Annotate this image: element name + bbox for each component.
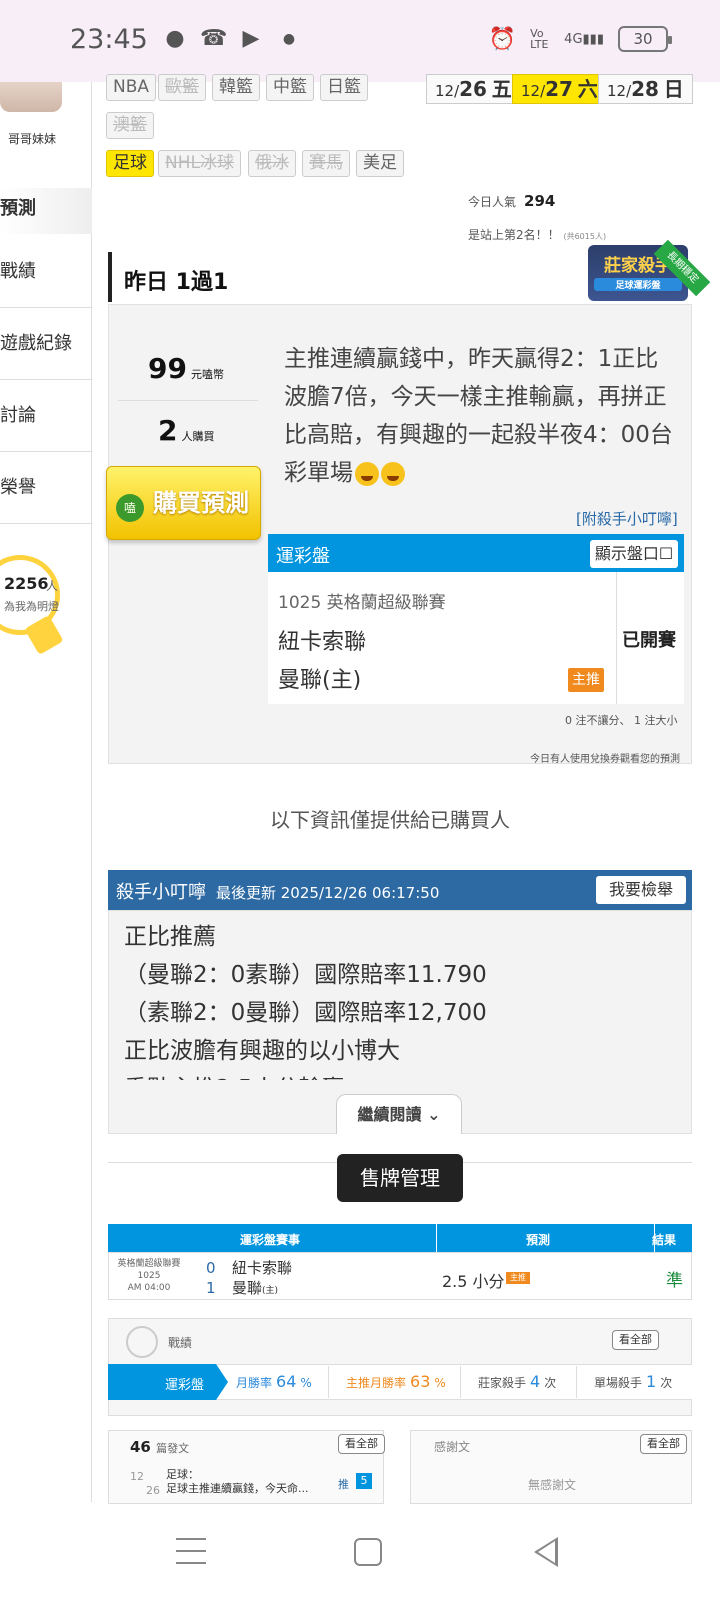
sidebar-item-honor[interactable]: 榮譽: [0, 452, 92, 524]
sidebar-item-discussion[interactable]: 討論: [0, 380, 92, 452]
push-count: 5: [356, 1473, 372, 1489]
info-notice: 以下資訊僅提供給已購買人: [270, 808, 510, 832]
main-pick-badge: 主推: [568, 668, 604, 692]
target-icon: [126, 1326, 158, 1358]
bulb-unit: 人: [46, 579, 59, 593]
bulb-text: 為我為明燈: [4, 600, 59, 613]
signal-icon: 4G▮▮▮: [564, 31, 604, 47]
buyer-count: 2 人購買: [158, 414, 215, 447]
user-name[interactable]: 哥哥妹妹: [8, 130, 56, 147]
posts-view-all-button[interactable]: 看全部: [338, 1434, 385, 1454]
row-teams: 紐卡索聯 曼聯(主): [232, 1259, 293, 1297]
chat-bubble-icon: ●: [165, 26, 185, 51]
prediction-description: 主推連續贏錢中，昨天贏得2：1正比波膽7倍，今天一樣主推輸贏，再拼正比高賠，有興…: [284, 346, 673, 486]
thanks-view-all-button[interactable]: 看全部: [640, 1434, 687, 1454]
show-odds-button[interactable]: 顯示盤口☐: [590, 540, 678, 568]
tag-japan-basketball[interactable]: 日籃: [320, 74, 368, 101]
report-button[interactable]: 我要檢舉: [596, 876, 686, 904]
sidebar-item-record[interactable]: 戰績: [0, 236, 92, 308]
tag-australia-basketball[interactable]: 澳籃: [106, 112, 154, 139]
tag-horse-racing[interactable]: 賽馬: [302, 150, 350, 177]
alarm-icon: ⏰: [488, 26, 517, 52]
coin-icon: 嗑: [116, 494, 144, 522]
divider: [460, 1366, 461, 1398]
thanks-title: 感謝文: [434, 1440, 471, 1454]
banker-killer-count: 莊家殺手 4 次: [478, 1372, 557, 1391]
dot-icon: ●: [282, 31, 296, 47]
table-header: 運彩盤賽事 預測 結果: [108, 1224, 692, 1252]
tab-arrow: [216, 1364, 228, 1400]
star-eyes-emoji-icon: [381, 461, 405, 486]
tag-soccer[interactable]: 足球: [106, 150, 154, 177]
home-icon[interactable]: [354, 1538, 382, 1566]
row-scores: 01: [206, 1259, 216, 1297]
team-away: 紐卡索聯: [278, 630, 367, 655]
tag-nhl[interactable]: NHL冰球: [158, 150, 241, 177]
tag-korea-basketball[interactable]: 韓籃: [212, 74, 260, 101]
divider: [616, 572, 617, 704]
divider: [328, 1366, 329, 1398]
date-tab-28[interactable]: 12/28 日: [598, 74, 693, 104]
youtube-icon: ▶: [242, 26, 260, 51]
record-title: 戰績: [168, 1336, 193, 1350]
star-eyes-emoji-icon: [355, 461, 379, 486]
thanks-empty: 無感謝文: [528, 1478, 577, 1492]
post-date: 12 26: [130, 1470, 160, 1497]
missed-call-icon: ☎: [200, 26, 228, 51]
avatar[interactable]: [0, 82, 62, 112]
post-item[interactable]: 足球： 足球主推連續贏錢，今天命...: [166, 1468, 309, 1496]
system-icons: ⏰ Vo LTE 4G▮▮▮ 30: [488, 26, 672, 52]
tag-europe-basketball[interactable]: 歐籃: [158, 74, 206, 101]
tag-russia-hockey[interactable]: 俄冰: [248, 150, 296, 177]
date-tab-27[interactable]: 12/27 六: [512, 74, 607, 104]
row-result: 準: [666, 1271, 683, 1291]
row-main-pick-badge: 主推: [506, 1272, 530, 1284]
table-row: [108, 1252, 692, 1300]
today-use-note: 今日有人使用兌換券觀看您的預測: [530, 754, 680, 765]
chevron-down-icon: ⌄: [427, 1105, 441, 1124]
divider: [118, 400, 258, 401]
back-icon[interactable]: [534, 1537, 558, 1567]
tag-nba[interactable]: NBA: [106, 74, 157, 101]
match-league: 1025 英格蘭超級聯賽: [278, 593, 446, 613]
divider: [576, 1366, 577, 1398]
tag-american-football[interactable]: 美足: [356, 150, 404, 177]
price: 99 元嗑幣: [148, 352, 224, 385]
single-killer-count: 單場殺手 1 次: [594, 1372, 673, 1391]
rank: 是站上第2名！！ (共6015人): [468, 228, 607, 242]
attach-tips-link[interactable]: [附殺手小叮嚀]: [576, 508, 678, 529]
tag-china-basketball[interactable]: 中籃: [266, 74, 314, 101]
record-view-all-button[interactable]: 看全部: [612, 1330, 659, 1350]
push-label: 推: [338, 1478, 349, 1491]
month-win-rate: 月勝率 64%: [236, 1372, 312, 1391]
menu-icon[interactable]: [176, 1538, 206, 1564]
popularity: 今日人氣 294: [468, 192, 556, 210]
checkbox-icon: ☐: [658, 544, 674, 563]
team-home: 曼聯(主): [278, 668, 362, 693]
row-league: 英格蘭超級聯賽 1025 AM 04:00: [117, 1259, 181, 1293]
main-month-win-rate: 主推月勝率 63%: [346, 1372, 446, 1391]
battery-icon: 30: [618, 26, 672, 52]
date-tab-26[interactable]: 12/26 五: [426, 74, 521, 104]
volte-icon: Vo LTE: [530, 27, 549, 51]
sidebar-item-game-log[interactable]: 遊戲紀錄: [0, 308, 92, 380]
bet-counts: 0 注不讓分、 1 注大小: [565, 714, 678, 727]
read-more-button[interactable]: 繼續閱讀 ⌄: [336, 1094, 462, 1134]
killer-tips-text: 正比推薦 （曼聯2：0素聯）國際賠率11.790 （素聯2：0曼聯）國際賠率12…: [124, 924, 487, 1080]
match-status: 已開賽: [622, 630, 676, 651]
sidebar-item-predict[interactable]: 預測: [0, 188, 92, 234]
status-time: 23:45: [70, 24, 148, 55]
bulb-count: 2256: [4, 574, 49, 593]
post-count: 46 篇發文: [130, 1438, 190, 1456]
sale-management-button[interactable]: 售牌管理: [337, 1154, 463, 1202]
notification-icons: ● ☎ ▶ ●: [162, 26, 302, 52]
record-tab-lotto[interactable]: 運彩盤: [108, 1364, 216, 1400]
row-prediction: 2.5 小分: [442, 1272, 505, 1291]
